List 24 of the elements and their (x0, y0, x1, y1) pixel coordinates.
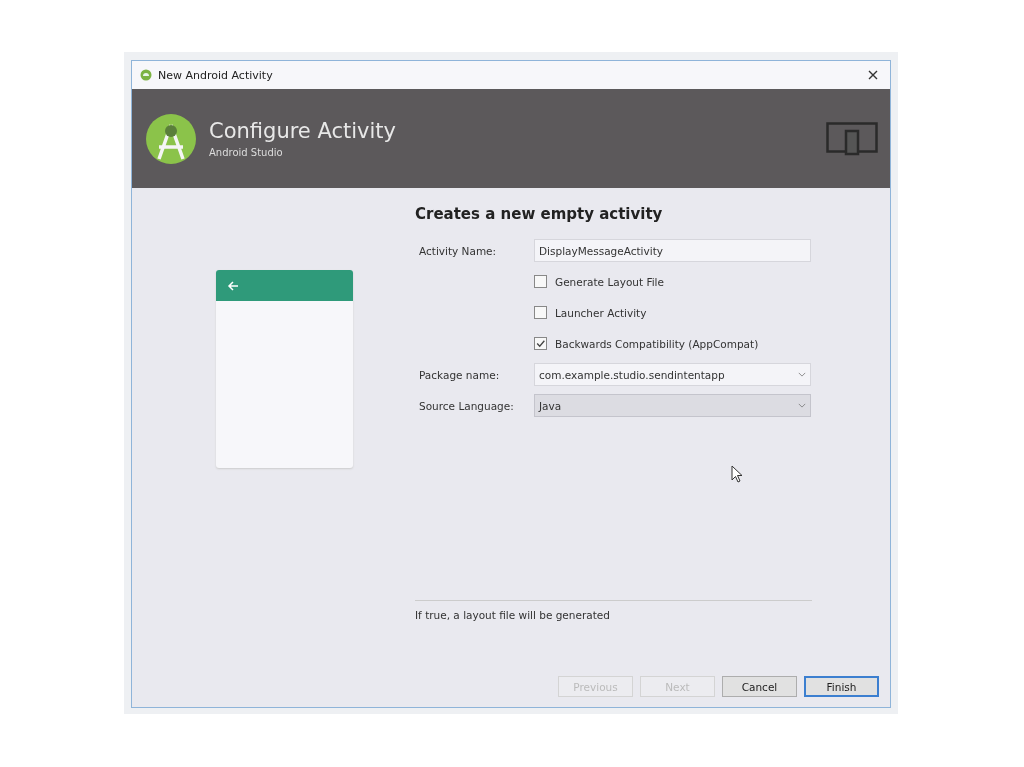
dropdown[interactable]: com.example.studio.sendintentapp (534, 363, 811, 386)
header-title: Configure Activity (209, 119, 397, 143)
dialog-button[interactable]: Cancel (722, 676, 797, 697)
chevron-down-icon (798, 403, 806, 408)
field-label: Source Language: (418, 399, 515, 412)
mouse-pointer-icon (731, 465, 743, 483)
checkmark-icon (535, 338, 546, 349)
checkbox[interactable]: Generate Layout File (534, 275, 664, 288)
chevron-down-icon (798, 372, 806, 377)
checkbox[interactable]: Backwards Compatibility (AppCompat) (534, 337, 759, 350)
field-label: Activity Name: (418, 244, 498, 257)
activity-name-field[interactable]: DisplayMessageActivity (534, 239, 811, 262)
tablet-phone-icon (826, 121, 878, 156)
dialog-button[interactable]: Finish (804, 676, 879, 697)
android-icon (140, 69, 152, 81)
close-icon[interactable] (868, 70, 878, 80)
window-title: New Android Activity (158, 68, 274, 82)
compass-logo-icon (145, 112, 197, 165)
back-arrow-icon (227, 280, 239, 291)
help-text: If true, a layout file will be generated (415, 609, 611, 621)
checkbox[interactable]: Launcher Activity (534, 306, 647, 319)
header-subtitle: Android Studio (209, 147, 284, 158)
field-label: Package name: (418, 368, 501, 381)
section-heading: Creates a new empty activity (415, 205, 664, 223)
